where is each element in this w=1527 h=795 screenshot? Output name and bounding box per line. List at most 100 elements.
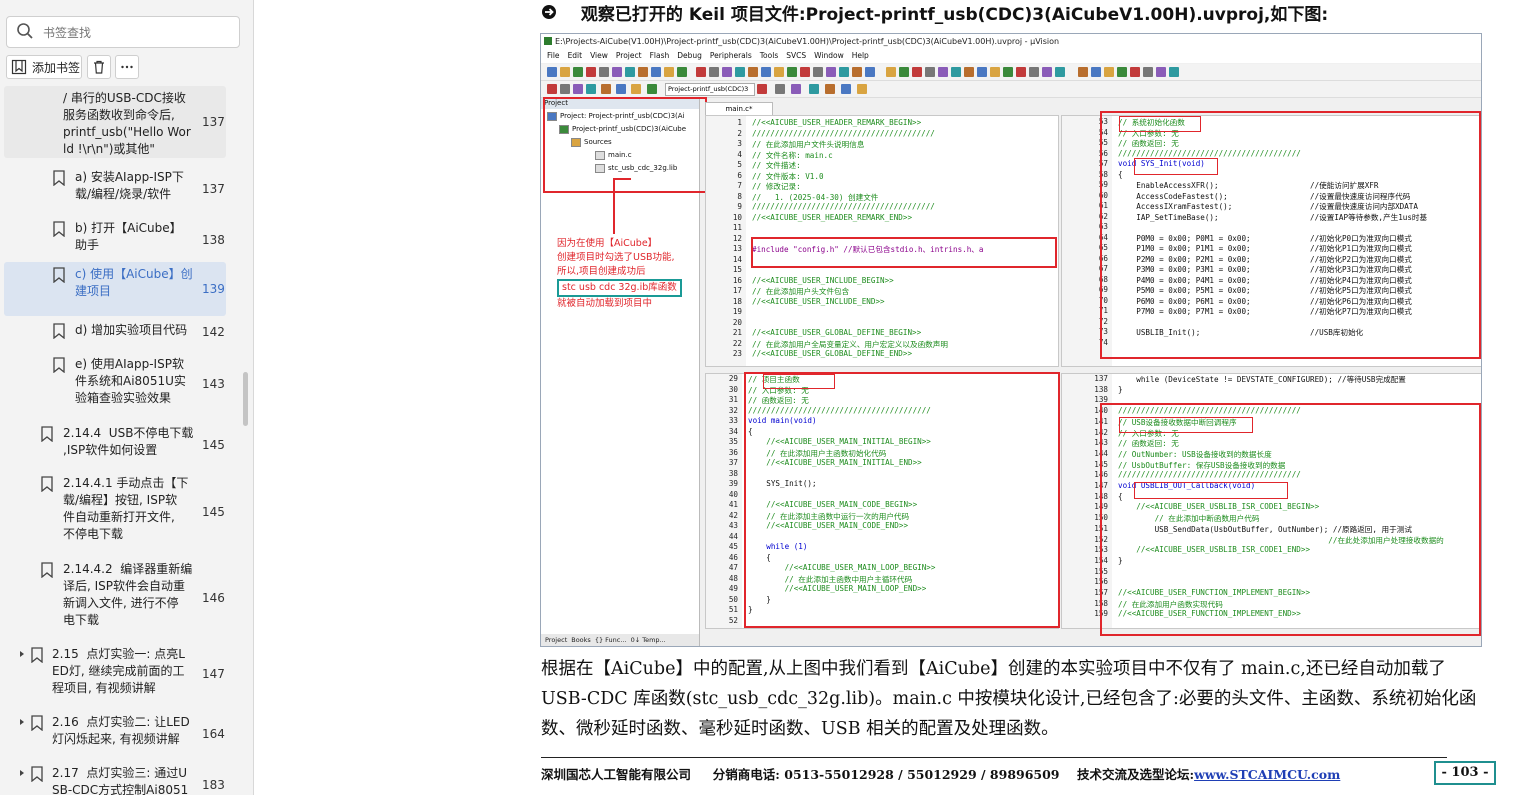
keil-menu-file[interactable]: File: [547, 49, 560, 63]
toolbar-button-icon[interactable]: [1016, 67, 1026, 77]
toolbar-button-icon[interactable]: [1156, 67, 1166, 77]
toolbar-button-icon[interactable]: [990, 67, 1000, 77]
toolbar-button-icon[interactable]: [677, 67, 687, 77]
toolbar-button-icon[interactable]: [1143, 67, 1153, 77]
keil-menu-help[interactable]: Help: [852, 49, 869, 63]
bookmark-item[interactable]: c) 使用【AiCube】创 建项目 139: [4, 262, 226, 316]
toolbar-button-icon[interactable]: [573, 67, 583, 77]
panel-tab[interactable]: Books: [571, 636, 591, 644]
toolbar-button-icon[interactable]: [800, 67, 810, 77]
toolbar-button-icon[interactable]: [899, 67, 909, 77]
build-toolbar-icon[interactable]: [825, 84, 835, 94]
build-toolbar-icon[interactable]: [573, 84, 583, 94]
toolbar-button-icon[interactable]: [625, 67, 635, 77]
toolbar-button-icon[interactable]: [1117, 67, 1127, 77]
toolbar-button-icon[interactable]: [865, 67, 875, 77]
build-toolbar-icon[interactable]: [547, 84, 557, 94]
toolbar-button-icon[interactable]: [1104, 67, 1114, 77]
delete-bookmark-button[interactable]: [87, 55, 111, 79]
bookmark-item[interactable]: 2.14.4 USB不停电下载 ,ISP软件如何设置 145: [4, 421, 226, 469]
keil-menu-window[interactable]: Window: [814, 49, 844, 63]
keil-menu-debug[interactable]: Debug: [677, 49, 702, 63]
build-toolbar-icon[interactable]: [560, 84, 570, 94]
build-toolbar-icon[interactable]: [631, 84, 641, 94]
build-toolbar-icon[interactable]: [647, 84, 657, 94]
footer-link[interactable]: www.STCAIMCU.com: [1194, 767, 1340, 782]
toolbar-button-icon[interactable]: [651, 67, 661, 77]
toolbar-button-icon[interactable]: [1029, 67, 1039, 77]
toolbar-button-icon[interactable]: [1003, 67, 1013, 77]
bookmark-search-input[interactable]: [41, 22, 235, 44]
toolbar-button-icon[interactable]: [912, 67, 922, 77]
toolbar-button-icon[interactable]: [1169, 67, 1179, 77]
toolbar-button-icon[interactable]: [925, 67, 935, 77]
toolbar-button-icon[interactable]: [813, 67, 823, 77]
bookmark-search[interactable]: [6, 16, 240, 48]
toolbar-button-icon[interactable]: [977, 67, 987, 77]
toolbar-button-icon[interactable]: [826, 67, 836, 77]
toolbar-button-icon[interactable]: [1130, 67, 1140, 77]
toolbar-button-icon[interactable]: [774, 67, 784, 77]
build-toolbar-icon[interactable]: [857, 84, 867, 94]
keil-menu-flash[interactable]: Flash: [650, 49, 670, 63]
add-bookmark-button[interactable]: 添加书签: [6, 55, 82, 79]
keil-menu-tools[interactable]: Tools: [760, 49, 778, 63]
sidebar-scrollbar[interactable]: [243, 372, 248, 426]
bookmark-item[interactable]: d) 增加实验项目代码 142: [4, 318, 226, 346]
toolbar-button-icon[interactable]: [1042, 67, 1052, 77]
more-options-button[interactable]: [115, 55, 139, 79]
target-select[interactable]: Project-printf_usb(CDC)3: [665, 83, 755, 96]
panel-tab[interactable]: Project: [545, 636, 567, 644]
toolbar-button-icon[interactable]: [696, 67, 706, 77]
build-toolbar-icon[interactable]: [616, 84, 626, 94]
toolbar-button-icon[interactable]: [839, 67, 849, 77]
toolbar-button-icon[interactable]: [761, 67, 771, 77]
keil-menu-project[interactable]: Project: [616, 49, 642, 63]
panel-tab[interactable]: 0↓ Temp...: [631, 636, 666, 644]
toolbar-button-icon[interactable]: [1091, 67, 1101, 77]
build-toolbar-icon[interactable]: [586, 84, 596, 94]
build-toolbar-icon[interactable]: [757, 84, 767, 94]
toolbar-button-icon[interactable]: [638, 67, 648, 77]
panel-tab[interactable]: {} Func...: [595, 636, 627, 644]
toolbar-button-icon[interactable]: [586, 67, 596, 77]
bookmark-item[interactable]: a) 安装AIapp-ISP下 载/编程/烧录/软件 137: [4, 165, 226, 213]
build-toolbar-icon[interactable]: [791, 84, 801, 94]
toolbar-button-icon[interactable]: [852, 67, 862, 77]
expand-caret-icon[interactable]: [18, 718, 26, 726]
keil-menu-view[interactable]: View: [590, 49, 608, 63]
bookmark-item[interactable]: 2.14.4.1 手动点击【下 载/编程】按钮, ISP软 件自动重新打开文件,…: [4, 471, 226, 553]
build-toolbar-icon[interactable]: [775, 84, 785, 94]
toolbar-button-icon[interactable]: [722, 67, 732, 77]
editor-tab-main-c[interactable]: main.c*: [705, 102, 773, 115]
keil-menu-peripherals[interactable]: Peripherals: [710, 49, 752, 63]
toolbar-button-icon[interactable]: [1078, 67, 1088, 77]
bookmark-item[interactable]: 2.17 点灯实验三: 通过U SB-CDC方式控制Ai8051 183: [4, 761, 226, 795]
toolbar-button-icon[interactable]: [787, 67, 797, 77]
toolbar-button-icon[interactable]: [612, 67, 622, 77]
bookmark-item[interactable]: 2.15 点灯实验一: 点亮L ED灯, 继续完成前面的工 程项目, 有视频讲解…: [4, 642, 226, 706]
toolbar-button-icon[interactable]: [709, 67, 719, 77]
expand-caret-icon[interactable]: [18, 650, 26, 658]
toolbar-button-icon[interactable]: [964, 67, 974, 77]
bookmark-item[interactable]: 2.14.4.2 编译器重新编 译后, ISP软件会自动重 新调入文件, 进行不…: [4, 557, 226, 639]
bookmark-item[interactable]: / 串行的USB-CDC接收 服务函数收到命令后, printf_usb("He…: [4, 86, 226, 158]
toolbar-button-icon[interactable]: [735, 67, 745, 77]
bookmark-item[interactable]: e) 使用AIapp-ISP软 件系统和Ai8051U实 验箱查验实验效果 143: [4, 352, 226, 416]
toolbar-button-icon[interactable]: [547, 67, 557, 77]
toolbar-button-icon[interactable]: [951, 67, 961, 77]
keil-menu-edit[interactable]: Edit: [568, 49, 583, 63]
toolbar-button-icon[interactable]: [664, 67, 674, 77]
build-toolbar-icon[interactable]: [809, 84, 819, 94]
keil-menu-svcs[interactable]: SVCS: [786, 49, 806, 63]
toolbar-button-icon[interactable]: [938, 67, 948, 77]
toolbar-button-icon[interactable]: [599, 67, 609, 77]
toolbar-button-icon[interactable]: [560, 67, 570, 77]
toolbar-button-icon[interactable]: [1055, 67, 1065, 77]
expand-caret-icon[interactable]: [18, 769, 26, 777]
build-toolbar-icon[interactable]: [841, 84, 851, 94]
bookmark-item[interactable]: 2.16 点灯实验二: 让LED 灯闪烁起来, 有视频讲解 164: [4, 710, 226, 758]
toolbar-button-icon[interactable]: [886, 67, 896, 77]
build-toolbar-icon[interactable]: [601, 84, 611, 94]
bookmark-item[interactable]: b) 打开【AiCube】 助手 138: [4, 216, 226, 264]
